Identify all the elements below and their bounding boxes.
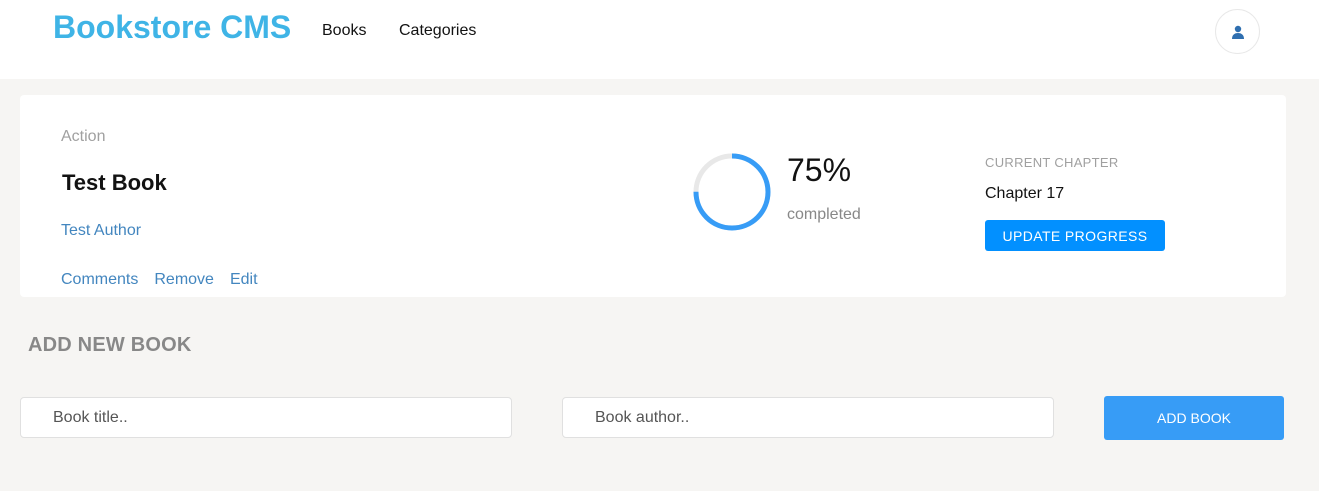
book-author-input[interactable]: [562, 397, 1054, 438]
current-chapter-value: Chapter 17: [985, 185, 1065, 202]
book-genre: Action: [61, 128, 106, 145]
user-profile-button[interactable]: [1215, 9, 1260, 54]
nav-categories[interactable]: Categories: [399, 22, 476, 40]
remove-button[interactable]: Remove: [154, 271, 214, 288]
book-author: Test Author: [61, 222, 142, 239]
comments-button[interactable]: Comments: [61, 271, 138, 288]
progress-completed-label: completed: [787, 206, 861, 223]
add-book-heading: ADD NEW BOOK: [28, 334, 192, 356]
app-logo[interactable]: Bookstore CMS: [53, 9, 291, 46]
user-icon: [1231, 25, 1244, 39]
app-header: Bookstore CMS Books Categories: [0, 0, 1319, 79]
nav-books[interactable]: Books: [322, 22, 366, 40]
update-progress-button[interactable]: UPDATE PROGRESS: [985, 220, 1165, 251]
progress-ring: [693, 153, 771, 231]
book-card: Action Test Book Test Author Comments Rem…: [20, 95, 1286, 297]
book-title-input[interactable]: [20, 397, 512, 438]
book-title: Test Book: [62, 170, 167, 195]
book-actions: Comments Remove Edit: [61, 271, 258, 289]
add-book-button[interactable]: ADD BOOK: [1104, 396, 1284, 440]
current-chapter-label: CURRENT CHAPTER: [985, 155, 1119, 170]
progress-percent: 75%: [787, 152, 852, 188]
edit-button[interactable]: Edit: [230, 271, 258, 288]
